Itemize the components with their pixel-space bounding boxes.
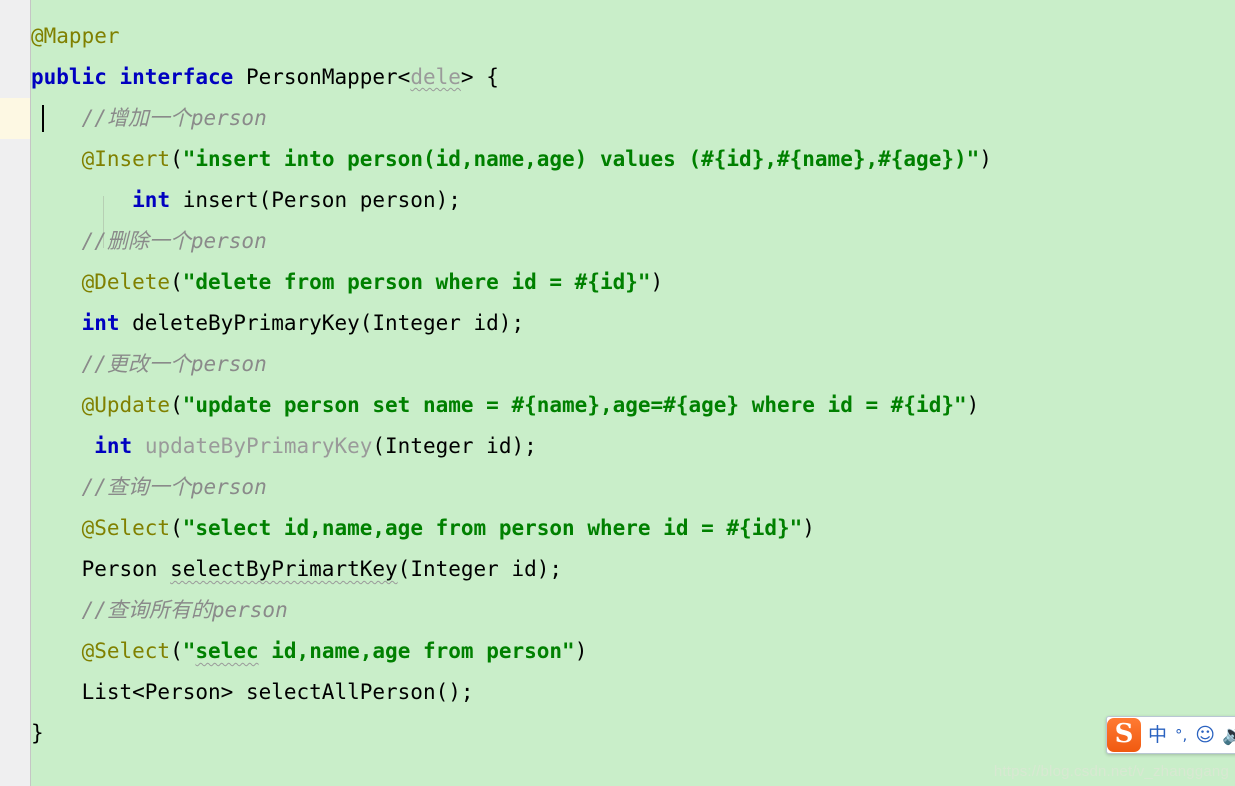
code-token-kw: interface xyxy=(119,65,234,89)
code-token-str: id,name,age from person" xyxy=(258,639,575,663)
code-token-plain: List<Person> selectAllPerson(); xyxy=(81,680,474,704)
code-token-kw: int xyxy=(81,434,133,458)
code-token-kw: int xyxy=(81,311,120,335)
code-line[interactable]: @Update("update person set name = #{name… xyxy=(31,385,992,426)
code-token-plain: insert(Person person); xyxy=(170,188,461,212)
code-line[interactable]: //查询一个person xyxy=(31,467,992,508)
code-line[interactable]: } xyxy=(31,713,992,754)
code-line[interactable]: Person selectByPrimartKey(Integer id); xyxy=(31,549,992,590)
code-token-str: "select id,name,age from person where id… xyxy=(182,516,803,540)
code-token-err-dark: selectByPrimartKey xyxy=(170,557,398,581)
code-line[interactable]: @Select("selec id,name,age from person") xyxy=(31,631,992,672)
code-line[interactable]: @Delete("delete from person where id = #… xyxy=(31,262,992,303)
code-token-comment: //更改一个person xyxy=(81,352,267,376)
code-token-kw: public xyxy=(31,65,107,89)
code-line[interactable]: //增加一个person xyxy=(31,98,992,139)
sogou-ime-toolbar[interactable]: S 中 °, ☺ 🔉 xyxy=(1106,716,1235,754)
code-token-anno: @Select xyxy=(81,639,171,663)
code-token-comment: //删除一个person xyxy=(81,229,267,253)
code-token-plain: ) xyxy=(966,393,980,417)
code-token-str: "delete from person where id = #{id}" xyxy=(182,270,651,294)
code-token-anno: @Insert xyxy=(81,147,171,171)
code-editor[interactable]: @Mapper public interface PersonMapper<del… xyxy=(0,0,1235,786)
code-token-comment: //查询一个person xyxy=(81,475,267,499)
code-token-dim: updateByPrimaryKey xyxy=(144,434,373,458)
code-line[interactable]: //删除一个person xyxy=(31,221,992,262)
code-token-anno: @Mapper xyxy=(31,24,120,48)
code-line[interactable]: int deleteByPrimaryKey(Integer id); xyxy=(31,303,992,344)
code-line[interactable]: public interface PersonMapper<dele> { xyxy=(31,57,992,98)
code-line[interactable]: List<Person> selectAllPerson(); xyxy=(31,672,992,713)
code-token-plain: } xyxy=(31,721,44,745)
code-token-comment: //增加一个person xyxy=(81,106,267,130)
code-token-anno: @Select xyxy=(81,516,171,540)
code-line[interactable]: int updateByPrimaryKey(Integer id); xyxy=(31,426,992,467)
code-token-plain: ( xyxy=(170,639,183,663)
code-token-plain: ( xyxy=(170,270,183,294)
code-line[interactable]: @Insert("insert into person(id,name,age)… xyxy=(31,139,992,180)
gutter-current-line xyxy=(0,98,31,139)
watermark-text: https://blog.csdn.net/v_zhanggang xyxy=(993,763,1229,780)
code-token-plain: ) xyxy=(802,516,815,540)
code-token-plain: ) xyxy=(574,639,588,663)
code-token-err-str: selec xyxy=(195,639,259,663)
code-token-comment: //查询所有的person xyxy=(81,598,288,622)
code-token-anno: @Delete xyxy=(81,270,171,294)
code-token-anno: @Update xyxy=(81,393,171,417)
code-token-err: dele xyxy=(410,65,461,89)
ime-voice-input-icon[interactable]: 🔉 xyxy=(1220,718,1235,752)
code-line[interactable]: @Select("select id,name,age from person … xyxy=(31,508,992,549)
ime-punctuation-mode-icon[interactable]: °, xyxy=(1172,718,1190,752)
code-token-plain: ) xyxy=(650,270,664,294)
code-token-kw: int xyxy=(132,188,171,212)
code-text[interactable]: @Mapper public interface PersonMapper<del… xyxy=(31,16,992,754)
code-token-plain: ( xyxy=(170,147,183,171)
code-line[interactable]: @Mapper xyxy=(31,16,992,57)
code-token-str: "insert into person(id,name,age) values … xyxy=(182,147,980,171)
code-token-plain: (Integer id); xyxy=(397,557,563,581)
code-token-str: " xyxy=(182,639,196,663)
code-token-plain: > { xyxy=(460,65,499,89)
ime-emoji-icon[interactable]: ☺ xyxy=(1190,718,1220,752)
code-line[interactable]: //查询所有的person xyxy=(31,590,992,631)
code-token-plain: ) xyxy=(979,147,992,171)
editor-gutter[interactable] xyxy=(0,0,31,786)
code-token-plain: ( xyxy=(170,516,183,540)
ime-language-mode-icon[interactable]: 中 xyxy=(1143,718,1172,752)
code-token-plain: deleteByPrimaryKey(Integer id); xyxy=(119,311,525,335)
code-line[interactable]: int insert(Person person); xyxy=(31,180,992,221)
text-caret xyxy=(42,105,44,132)
code-token-plain: ( xyxy=(170,393,183,417)
code-line[interactable]: //更改一个person xyxy=(31,344,992,385)
code-token-str: "update person set name = #{name},age=#{… xyxy=(182,393,967,417)
code-token-plain: PersonMapper< xyxy=(233,65,411,89)
code-token-plain: (Integer id); xyxy=(372,434,537,458)
code-token-plain: Person xyxy=(81,557,171,581)
sogou-logo-icon[interactable]: S xyxy=(1107,718,1141,752)
